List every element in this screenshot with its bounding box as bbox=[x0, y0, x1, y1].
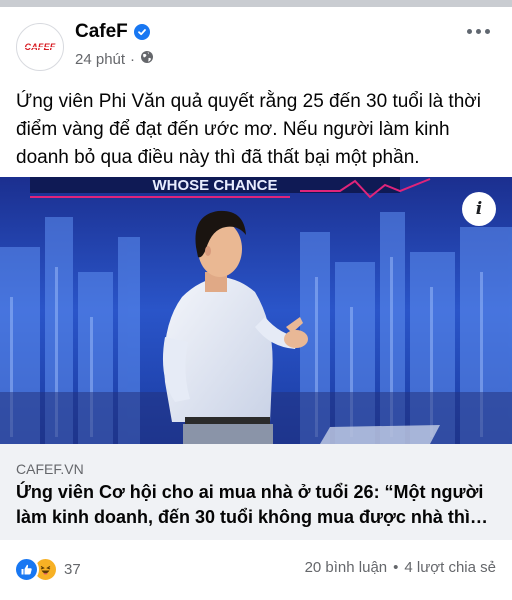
page-name[interactable]: CafeF bbox=[75, 21, 128, 43]
meta-separator: · bbox=[130, 50, 136, 68]
more-icon[interactable] bbox=[467, 29, 490, 34]
verified-icon bbox=[133, 24, 150, 40]
like-reaction-icon bbox=[14, 557, 39, 582]
reactions-summary[interactable]: 37 bbox=[14, 557, 81, 582]
post-header: CAFEF CafeF 24 phút · bbox=[0, 7, 512, 77]
link-preview[interactable]: CAFEF.VN Ứng viên Cơ hội cho ai mua nhà … bbox=[0, 444, 512, 540]
link-domain: CAFEF.VN bbox=[16, 461, 84, 477]
reaction-count: 37 bbox=[64, 561, 81, 578]
cafef-logo: CAFEF bbox=[24, 42, 56, 52]
link-title: Ứng viên Cơ hội cho ai mua nhà ở tuổi 26… bbox=[16, 482, 488, 527]
post-caption: Ứng viên Phi Văn quả quyết rằng 25 đến 3… bbox=[16, 91, 481, 168]
engagement-stats: 20 bình luận • 4 lượt chia sẻ bbox=[305, 559, 496, 576]
post-photo[interactable]: WHOSE CHANCE i bbox=[0, 177, 512, 444]
banner-text: WHOSE CHANCE bbox=[152, 177, 277, 194]
page-avatar[interactable]: CAFEF bbox=[16, 23, 64, 71]
post-meta: 24 phút · bbox=[75, 50, 154, 68]
stats-separator: • bbox=[393, 559, 399, 576]
comments-count[interactable]: 20 bình luận bbox=[305, 559, 388, 576]
globe-icon[interactable] bbox=[140, 50, 154, 68]
top-divider bbox=[0, 0, 512, 7]
page-name-row: CafeF bbox=[75, 21, 150, 43]
shares-count[interactable]: 4 lượt chia sẻ bbox=[404, 559, 496, 576]
info-icon[interactable]: i bbox=[462, 192, 496, 226]
post-time[interactable]: 24 phút bbox=[75, 51, 125, 68]
